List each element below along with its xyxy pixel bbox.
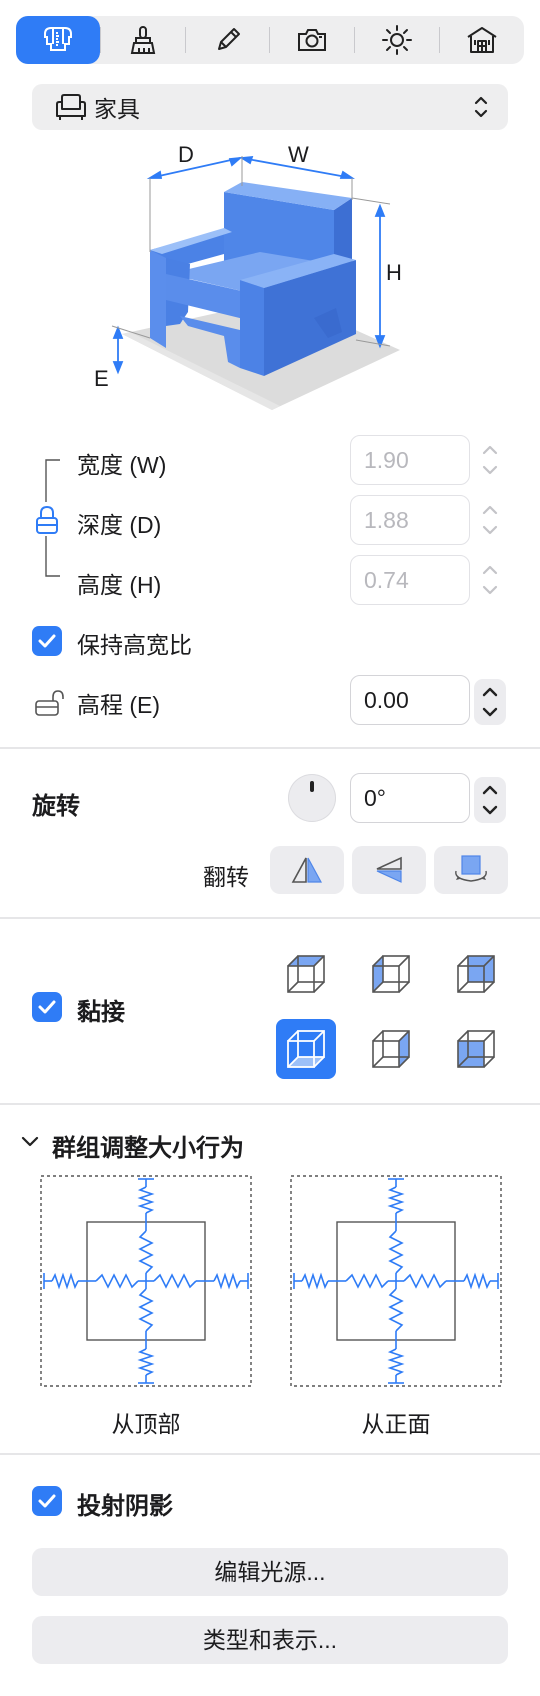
flip-label: 翻转 xyxy=(203,864,249,890)
snap-checkbox[interactable] xyxy=(32,992,62,1022)
stepper-arrows-icon xyxy=(482,445,498,475)
stepper-arrows-icon xyxy=(482,565,498,595)
dial-indicator xyxy=(310,781,314,792)
flip-vertical-button[interactable] xyxy=(352,846,426,894)
chevron-updown-icon xyxy=(474,96,488,118)
diagram-label-d: D xyxy=(178,142,194,167)
tool-measure-button[interactable] xyxy=(16,16,100,64)
section-divider xyxy=(0,1103,540,1105)
checkmark-icon xyxy=(38,634,56,648)
stepper-arrows-icon xyxy=(482,785,498,815)
checkmark-icon xyxy=(38,1000,56,1014)
cube-bottom-icon xyxy=(287,1030,325,1068)
flip-horizontal-button[interactable] xyxy=(270,846,344,894)
tool-building-button[interactable] xyxy=(440,16,524,64)
tool-camera-button[interactable] xyxy=(270,16,354,64)
caliper-icon xyxy=(43,27,72,51)
armchair-illustration xyxy=(111,155,400,410)
rotate-3d-button[interactable] xyxy=(434,846,508,894)
diagram-label-w: W xyxy=(288,142,309,167)
width-label: 宽度 (W) xyxy=(77,452,167,478)
pencil-icon xyxy=(217,28,240,50)
cube-front-icon xyxy=(457,1030,495,1068)
cube-top-icon xyxy=(287,955,325,993)
elevation-stepper[interactable] xyxy=(474,679,506,725)
category-label: 家具 xyxy=(94,96,140,122)
elevation-label: 高程 (E) xyxy=(77,692,161,718)
flip-horizontal-icon xyxy=(291,857,323,883)
unlock-icon[interactable] xyxy=(33,688,67,718)
armchair-icon xyxy=(56,94,86,120)
cube-right-icon xyxy=(372,1030,410,1068)
height-field[interactable]: 0.74 xyxy=(350,555,470,605)
section-divider xyxy=(0,747,540,749)
tool-draw-button[interactable] xyxy=(186,16,270,64)
checkmark-icon xyxy=(38,1494,56,1508)
elevation-field[interactable]: 0.00 xyxy=(350,675,470,725)
resize-from-top-diagram[interactable] xyxy=(40,1175,252,1387)
snap-option-left[interactable] xyxy=(361,944,421,1004)
rotate-3d-icon xyxy=(455,855,487,882)
resize-from-front-diagram[interactable] xyxy=(290,1175,502,1387)
width-stepper[interactable] xyxy=(474,437,506,483)
rotation-stepper[interactable] xyxy=(474,777,506,823)
height-stepper[interactable] xyxy=(474,557,506,603)
height-label: 高度 (H) xyxy=(77,572,162,598)
resize-from-front-caption: 从正面 xyxy=(361,1411,431,1437)
edit-light-button[interactable]: 编辑光源... xyxy=(32,1548,508,1596)
snap-label: 黏接 xyxy=(77,999,125,1026)
dimension-diagram: D W H E xyxy=(94,142,480,410)
brush-icon xyxy=(130,26,155,54)
keep-ratio-label: 保持高宽比 xyxy=(77,632,192,658)
depth-field[interactable]: 1.88 xyxy=(350,495,470,545)
rotation-dial[interactable] xyxy=(288,774,336,822)
snap-option-back[interactable] xyxy=(446,944,506,1004)
lock-icon[interactable] xyxy=(33,504,61,536)
type-display-button[interactable]: 类型和表示... xyxy=(32,1616,508,1664)
sun-icon xyxy=(382,25,413,55)
tool-light-button[interactable] xyxy=(355,16,439,64)
house-icon xyxy=(467,27,497,53)
cast-shadow-label: 投射阴影 xyxy=(77,1493,173,1520)
stepper-arrows-icon xyxy=(482,505,498,535)
tool-paint-button[interactable] xyxy=(101,16,185,64)
resize-from-top-caption: 从顶部 xyxy=(111,1411,181,1437)
cube-left-icon xyxy=(372,955,410,993)
toolbar xyxy=(16,16,524,64)
section-divider xyxy=(0,917,540,919)
chevron-down-icon[interactable] xyxy=(20,1134,40,1150)
cast-shadow-checkbox[interactable] xyxy=(32,1486,62,1516)
cube-back-icon xyxy=(457,955,495,993)
camera-icon xyxy=(298,29,327,51)
width-field[interactable]: 1.90 xyxy=(350,435,470,485)
flip-vertical-icon xyxy=(376,856,402,883)
depth-label: 深度 (D) xyxy=(77,512,162,538)
keep-ratio-checkbox[interactable] xyxy=(32,626,62,656)
snap-option-top[interactable] xyxy=(276,944,336,1004)
diagram-label-e: E xyxy=(94,366,109,391)
snap-option-right[interactable] xyxy=(361,1019,421,1079)
stepper-arrows-icon xyxy=(482,687,498,717)
category-select[interactable]: 家具 xyxy=(32,84,508,130)
section-divider xyxy=(0,1453,540,1455)
snap-option-front[interactable] xyxy=(446,1019,506,1079)
group-resize-title: 群组调整大小行为 xyxy=(52,1135,244,1162)
rotation-title: 旋转 xyxy=(32,793,80,820)
rotation-field[interactable]: 0° xyxy=(350,773,470,823)
diagram-label-h: H xyxy=(386,260,402,285)
depth-stepper[interactable] xyxy=(474,497,506,543)
snap-option-bottom[interactable] xyxy=(276,1019,336,1079)
